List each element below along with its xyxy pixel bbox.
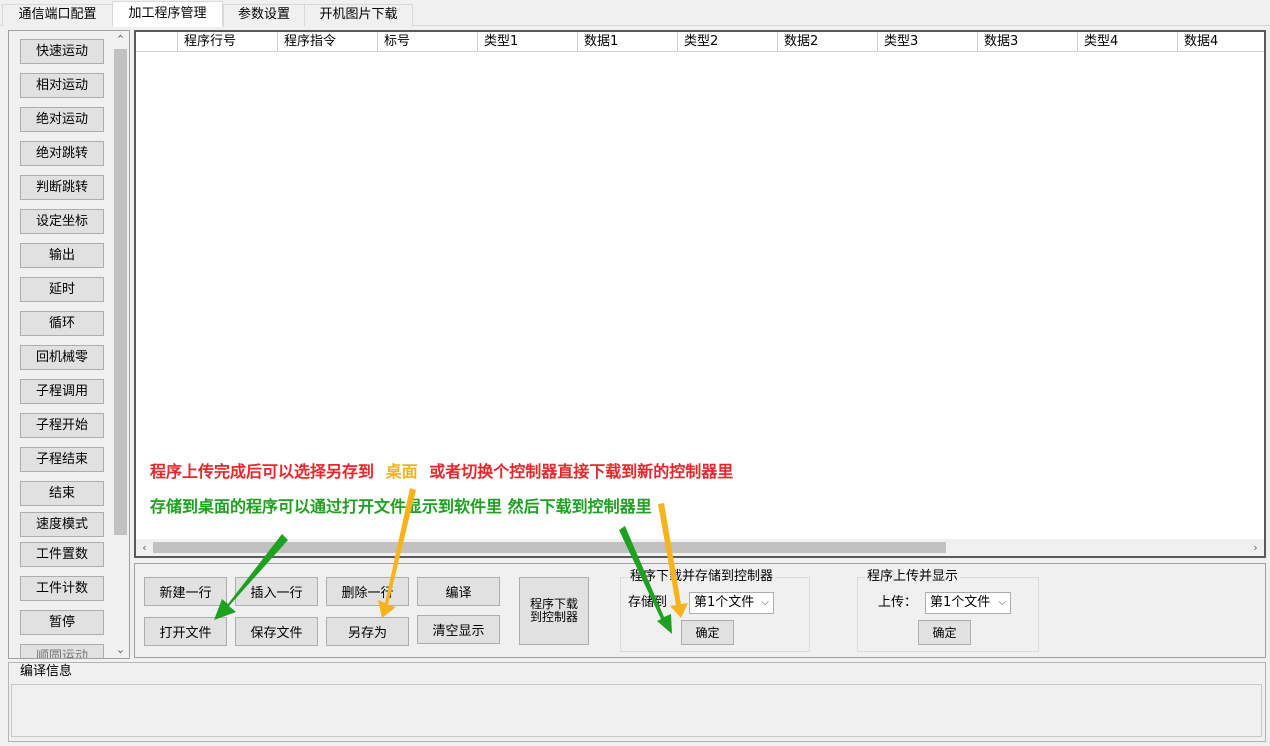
upload-display-group-title: 程序上传并显示 (865, 569, 961, 585)
tab-bar: 通信端口配置 加工程序管理 参数设置 开机图片下载 (0, 0, 1270, 27)
cmd-relative-move[interactable]: 相对运动 (20, 73, 104, 98)
compile-info-title: 编译信息 (18, 664, 75, 680)
grid-header: 程序行号 程序指令 标号 类型1 数据1 类型2 数据2 类型3 数据3 类型4… (136, 32, 1264, 52)
cmd-return-home[interactable]: 回机械零 (20, 345, 104, 370)
tab-port-config[interactable]: 通信端口配置 (2, 4, 113, 26)
annotation-line-2: 存储到桌面的程序可以通过打开文件显示到软件里 然后下载到控制器里 (150, 497, 652, 516)
cmd-absolute-jump[interactable]: 绝对跳转 (20, 141, 104, 166)
cmd-speed-mode[interactable]: 速度模式 (20, 512, 104, 537)
cmd-pause[interactable]: 暂停 (20, 610, 104, 635)
cmd-conditional-jump[interactable]: 判断跳转 (20, 175, 104, 200)
download-store-group-title: 程序下载并存储到控制器 (628, 569, 776, 585)
open-file-button[interactable]: 打开文件 (144, 617, 227, 646)
scroll-down-icon[interactable]: ⌄ (112, 641, 129, 658)
col-data-4[interactable]: 数据4 (1178, 32, 1264, 52)
col-type-1[interactable]: 类型1 (478, 32, 578, 52)
col-instruction[interactable]: 程序指令 (278, 32, 378, 52)
download-confirm-button[interactable]: 确定 (681, 620, 734, 645)
upload-file-select-value: 第1个文件 (930, 595, 991, 610)
store-to-label: 存储到 (628, 595, 668, 610)
upload-file-select[interactable]: 第1个文件 ⌵ (925, 592, 1011, 614)
scroll-left-icon[interactable]: ‹ (136, 539, 153, 556)
scroll-thumb[interactable] (114, 49, 127, 535)
insert-row-button[interactable]: 插入一行 (235, 577, 318, 606)
cmd-cw-arc[interactable]: 顺圆运动 (20, 644, 104, 658)
col-type-3[interactable]: 类型3 (878, 32, 978, 52)
col-label[interactable]: 标号 (378, 32, 478, 52)
save-as-button[interactable]: 另存为 (326, 617, 409, 646)
scroll-up-icon[interactable]: ⌃ (112, 31, 129, 48)
grid-scroll-thumb[interactable] (153, 542, 946, 553)
delete-row-button[interactable]: 删除一行 (326, 577, 409, 606)
save-file-button[interactable]: 保存文件 (235, 617, 318, 646)
tab-program-management[interactable]: 加工程序管理 (112, 1, 223, 27)
cmd-workpiece-count[interactable]: 工件计数 (20, 576, 104, 601)
chevron-down-icon: ⌵ (761, 597, 769, 608)
download-store-group: 程序下载并存储到控制器 存储到 第1个文件 ⌵ 确定 (620, 569, 810, 652)
cmd-subprogram-start[interactable]: 子程开始 (20, 413, 104, 438)
cmd-absolute-move[interactable]: 绝对运动 (20, 107, 104, 132)
cmd-workpiece-set[interactable]: 工件置数 (20, 542, 104, 567)
col-data-2[interactable]: 数据2 (778, 32, 878, 52)
upload-label: 上传： (878, 595, 918, 610)
cmd-set-coordinate[interactable]: 设定坐标 (20, 209, 104, 234)
download-button-line-2: 到控制器 (529, 610, 578, 624)
cmd-subprogram-call[interactable]: 子程调用 (20, 379, 104, 404)
new-row-button[interactable]: 新建一行 (144, 577, 227, 606)
command-list: 快速运动 相对运动 绝对运动 绝对跳转 判断跳转 设定坐标 输出 延时 循环 回… (8, 30, 130, 659)
clear-display-button[interactable]: 清空显示 (417, 615, 500, 644)
store-file-select[interactable]: 第1个文件 ⌵ (689, 592, 774, 614)
download-to-controller-button[interactable]: 程序下载 到控制器 (519, 577, 589, 645)
upload-confirm-button[interactable]: 确定 (918, 620, 971, 645)
col-data-1[interactable]: 数据1 (578, 32, 678, 52)
compile-output[interactable] (11, 684, 1262, 737)
download-button-line-1: 程序下载 (529, 597, 578, 611)
scroll-right-icon[interactable]: › (1247, 539, 1264, 556)
annotation-line-1: 程序上传完成后可以选择另存到 桌面 或者切换个控制器直接下载到新的控制器里 (150, 462, 733, 482)
annotation-red-text-2: 或者切换个控制器直接下载到新的控制器里 (429, 462, 734, 481)
command-list-scrollbar[interactable]: ⌃ ⌄ (112, 31, 129, 658)
control-panel: 新建一行 插入一行 删除一行 编译 打开文件 保存文件 另存为 清空显示 程序下… (134, 563, 1266, 658)
col-data-3[interactable]: 数据3 (978, 32, 1078, 52)
col-type-4[interactable]: 类型4 (1078, 32, 1178, 52)
annotation-red-text: 程序上传完成后可以选择另存到 (150, 462, 375, 481)
chevron-down-icon: ⌵ (998, 597, 1006, 608)
cmd-loop[interactable]: 循环 (20, 311, 104, 336)
grid-horizontal-scrollbar[interactable]: ‹ › (136, 539, 1264, 556)
cmd-output[interactable]: 输出 (20, 243, 104, 268)
tab-boot-image-download[interactable]: 开机图片下载 (304, 4, 413, 26)
grid-row-header-corner (136, 32, 178, 52)
cmd-subprogram-end[interactable]: 子程结束 (20, 447, 104, 472)
compile-button[interactable]: 编译 (417, 577, 500, 606)
col-type-2[interactable]: 类型2 (678, 32, 778, 52)
store-file-select-value: 第1个文件 (694, 595, 755, 610)
col-line-number[interactable]: 程序行号 (178, 32, 278, 52)
cmd-rapid-move[interactable]: 快速运动 (20, 39, 104, 64)
cmd-end[interactable]: 结束 (20, 481, 104, 506)
annotation-orange-text: 桌面 (385, 462, 418, 481)
tab-parameter-settings[interactable]: 参数设置 (223, 4, 305, 26)
upload-display-group: 程序上传并显示 上传： 第1个文件 ⌵ 确定 (857, 569, 1039, 652)
cmd-delay[interactable]: 延时 (20, 277, 104, 302)
